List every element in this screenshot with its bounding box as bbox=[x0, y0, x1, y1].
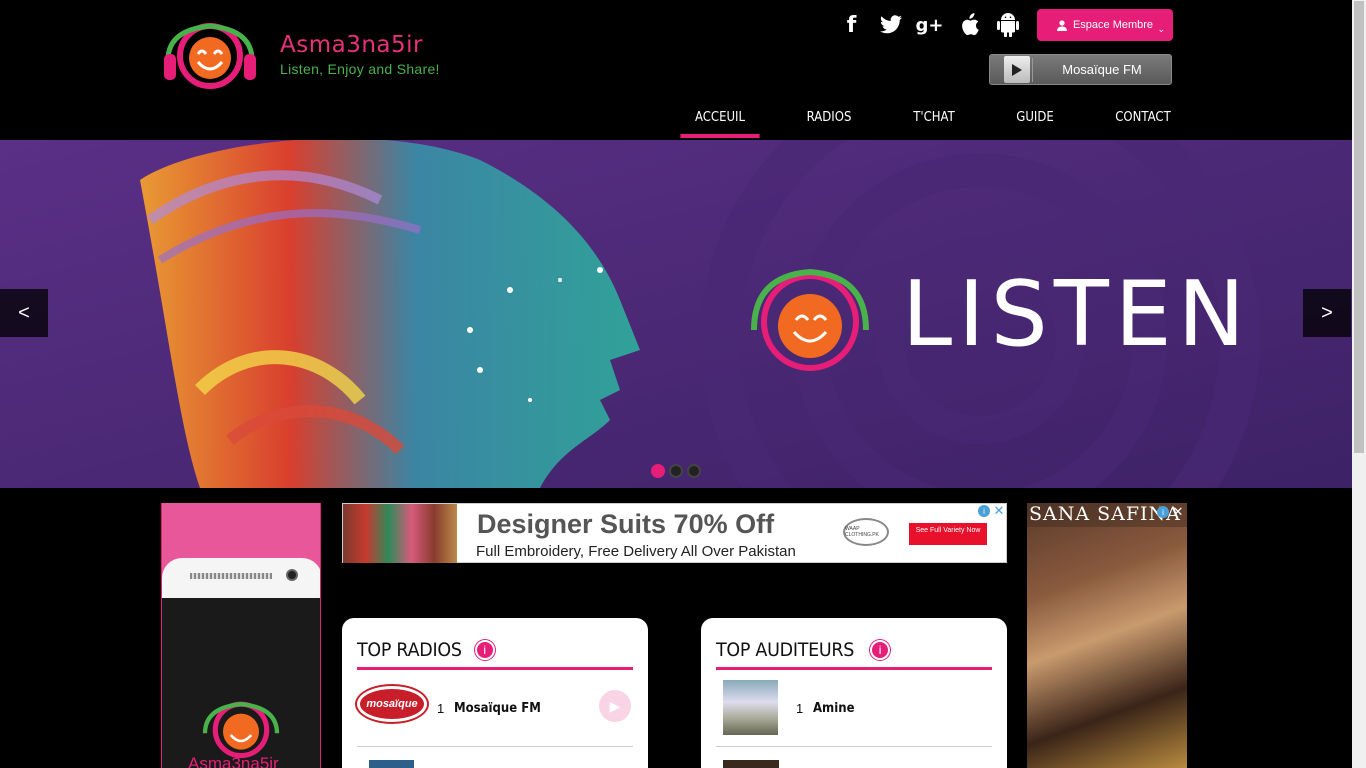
radio-name: Mosaïque FM bbox=[454, 700, 542, 716]
scrollbar-thumb[interactable] bbox=[1354, 1, 1364, 453]
ad-phone-camera bbox=[286, 569, 298, 581]
play-icon bbox=[1012, 63, 1022, 76]
site-header: Asma3na5ir Listen, Enjoy and Share! f g+… bbox=[0, 0, 1352, 140]
user-name: Amine bbox=[813, 700, 855, 716]
site-title: Asma3na5ir bbox=[280, 32, 423, 58]
ad-headline: Designer Suits 70% Off bbox=[477, 509, 775, 539]
list-item[interactable]: 1 Amine bbox=[716, 670, 992, 747]
top-auditeurs-title: TOP AUDITEURS bbox=[716, 638, 855, 661]
page-scrollbar[interactable] bbox=[1352, 0, 1366, 768]
main-nav: ACCEUIL RADIOS T'CHAT GUIDE CONTACT bbox=[676, 100, 1190, 138]
user-avatar bbox=[723, 680, 778, 735]
member-area-label: Espace Membre bbox=[1072, 19, 1154, 31]
nav-tchat[interactable]: T'CHAT bbox=[898, 100, 970, 138]
twitter-icon[interactable] bbox=[871, 10, 910, 40]
adchoices-icon[interactable]: i bbox=[1157, 506, 1169, 518]
ad-close-icon[interactable]: ✕ bbox=[1171, 504, 1185, 519]
radio-logo: mosaïque bbox=[357, 686, 427, 722]
google-plus-icon[interactable]: g+ bbox=[910, 10, 949, 40]
ad-brand-name: Asma3na5ir bbox=[188, 754, 279, 768]
play-circle-icon[interactable]: ▶ bbox=[599, 690, 631, 722]
smiley-headphones-logo-icon bbox=[164, 23, 256, 89]
ad-brand-logo: WAAP CLOTHING.PK bbox=[843, 518, 889, 546]
info-icon[interactable]: i bbox=[870, 639, 891, 660]
ad-product-image bbox=[343, 504, 457, 563]
top-radios-header: TOP RADIOS i bbox=[357, 632, 633, 670]
user-icon bbox=[1056, 19, 1067, 31]
play-button[interactable] bbox=[1004, 56, 1030, 83]
info-icon[interactable]: i bbox=[474, 639, 495, 660]
rank-number: 1 bbox=[796, 700, 804, 716]
next-radio-logo bbox=[369, 760, 414, 768]
left-ad-skyscraper[interactable]: Asma3na5ir bbox=[161, 503, 321, 768]
slider-dot-2[interactable] bbox=[669, 464, 683, 478]
top-radios-panel: TOP RADIOS i mosaïque 1 Mosaïque FM ▶ bbox=[342, 618, 648, 768]
top-auditeurs-panel: TOP AUDITEURS i 1 Amine bbox=[701, 618, 1007, 768]
social-links: f g+ bbox=[832, 10, 1027, 40]
nav-accueil[interactable]: ACCEUIL bbox=[680, 100, 760, 138]
chevron-down-icon: ⌄ bbox=[1157, 24, 1165, 34]
ad-phone-speaker bbox=[190, 573, 272, 579]
site-tagline: Listen, Enjoy and Share! bbox=[280, 61, 440, 77]
facebook-icon[interactable]: f bbox=[832, 10, 871, 40]
slider-next-button[interactable]: > bbox=[1303, 289, 1351, 337]
ad-subline: Full Embroidery, Free Delivery All Over … bbox=[476, 543, 796, 560]
slider-dot-1[interactable] bbox=[651, 464, 665, 478]
rank-number: 1 bbox=[437, 700, 445, 716]
mini-player: Mosaïque FM bbox=[989, 54, 1172, 85]
slider-dots bbox=[651, 464, 701, 478]
ad-logo-icon bbox=[202, 701, 280, 759]
ad-close-icon[interactable]: ✕ bbox=[992, 503, 1006, 518]
slider-dot-3[interactable] bbox=[687, 464, 701, 478]
nav-contact[interactable]: CONTACT bbox=[1101, 100, 1186, 138]
hero-slider: LISTEN < > bbox=[0, 140, 1352, 488]
ad-cta-button[interactable]: See Full Variety Now bbox=[908, 522, 988, 546]
nav-guide[interactable]: GUIDE bbox=[980, 100, 1090, 138]
banner-ad[interactable]: Designer Suits 70% Off Full Embroidery, … bbox=[342, 503, 1007, 563]
member-area-button[interactable]: Espace Membre ⌄ bbox=[1037, 9, 1173, 41]
top-auditeurs-header: TOP AUDITEURS i bbox=[716, 632, 992, 670]
slider-prev-button[interactable]: < bbox=[0, 289, 48, 337]
apple-icon[interactable] bbox=[949, 10, 988, 40]
nav-radios[interactable]: RADIOS bbox=[771, 100, 888, 138]
current-station: Mosaïque FM bbox=[1062, 62, 1142, 77]
top-radios-title: TOP RADIOS bbox=[357, 638, 462, 661]
site-logo[interactable]: Asma3na5ir Listen, Enjoy and Share! bbox=[160, 20, 460, 90]
right-ad-skyscraper[interactable]: SANA SAFINA i ✕ bbox=[1027, 503, 1187, 768]
hero-headline: LISTEN bbox=[902, 262, 1251, 367]
android-icon[interactable] bbox=[988, 10, 1027, 40]
adchoices-icon[interactable]: i bbox=[978, 505, 990, 517]
list-item[interactable]: mosaïque 1 Mosaïque FM ▶ bbox=[357, 670, 633, 747]
next-user-avatar bbox=[723, 760, 779, 768]
